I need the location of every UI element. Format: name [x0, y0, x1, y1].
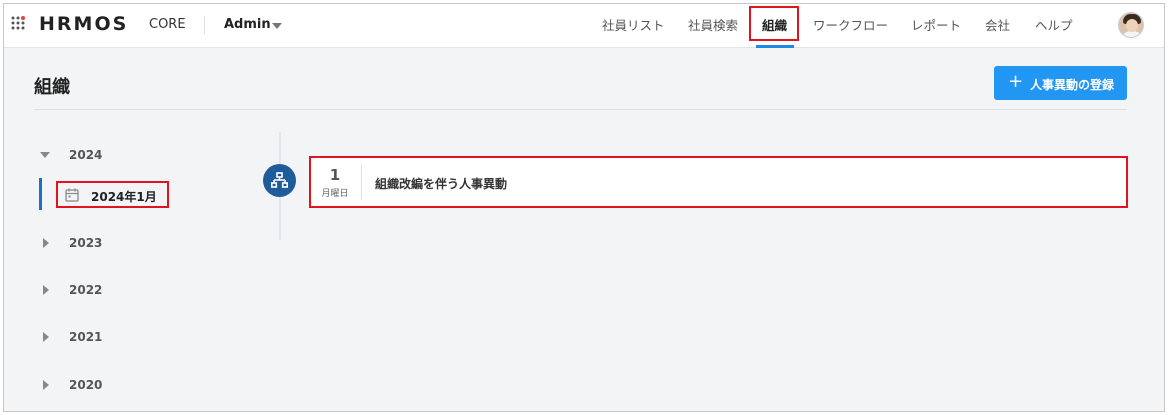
- year-label: 2023: [69, 236, 103, 250]
- year-label: 2021: [69, 330, 103, 344]
- register-transfer-label: 人事異動の登録: [1030, 78, 1115, 92]
- calendar-icon: [65, 188, 79, 202]
- hrmos-logo[interactable]: HRMOS: [39, 13, 128, 35]
- user-avatar[interactable]: [1118, 12, 1144, 38]
- logo-sub-label: CORE: [149, 17, 186, 32]
- top-header: HRMOS CORE Admin 社員リスト 社員検索 組織 ワークフロー レポ…: [4, 4, 1164, 48]
- year-label: 2020: [69, 378, 103, 392]
- title-divider: [34, 109, 1127, 110]
- org-selector[interactable]: Admin: [224, 17, 271, 32]
- month-label: 2024年1月: [91, 190, 157, 204]
- caret-right-icon: [43, 380, 49, 390]
- event-day: 1: [329, 166, 341, 184]
- nav-workflow[interactable]: ワークフロー: [813, 4, 888, 48]
- selected-indicator: [39, 178, 42, 210]
- app-window: HRMOS CORE Admin 社員リスト 社員検索 組織 ワークフロー レポ…: [3, 3, 1165, 412]
- caret-right-icon: [43, 238, 49, 248]
- register-transfer-button[interactable]: + 人事異動の登録: [994, 66, 1127, 100]
- highlight-box-nav: [749, 6, 799, 41]
- nav-employee-search[interactable]: 社員検索: [688, 4, 738, 48]
- org-chart-icon: [263, 164, 296, 197]
- nav-company[interactable]: 会社: [985, 4, 1010, 48]
- event-divider: [361, 164, 362, 200]
- caret-right-icon: [43, 285, 49, 295]
- caret-right-icon: [43, 332, 49, 342]
- timeline-event[interactable]: 1 月曜日 組織改編を伴う人事異動: [309, 156, 1128, 208]
- event-title: 組織改編を伴う人事異動: [375, 177, 508, 191]
- year-label: 2024: [69, 148, 103, 162]
- active-nav-indicator: [756, 45, 794, 48]
- nav-help[interactable]: ヘルプ: [1035, 4, 1073, 48]
- page-title: 組織: [34, 77, 70, 98]
- plus-icon: +: [1008, 71, 1024, 92]
- header-divider: [204, 16, 205, 34]
- month-item-2024-01[interactable]: 2024年1月: [56, 181, 169, 208]
- caret-down-icon: [40, 152, 50, 158]
- event-weekday: 月曜日: [321, 189, 349, 199]
- year-label: 2022: [69, 283, 103, 297]
- chevron-down-icon[interactable]: [272, 23, 282, 29]
- app-grid-icon[interactable]: [11, 16, 27, 32]
- nav-report[interactable]: レポート: [911, 4, 961, 48]
- nav-employee-list[interactable]: 社員リスト: [602, 4, 665, 48]
